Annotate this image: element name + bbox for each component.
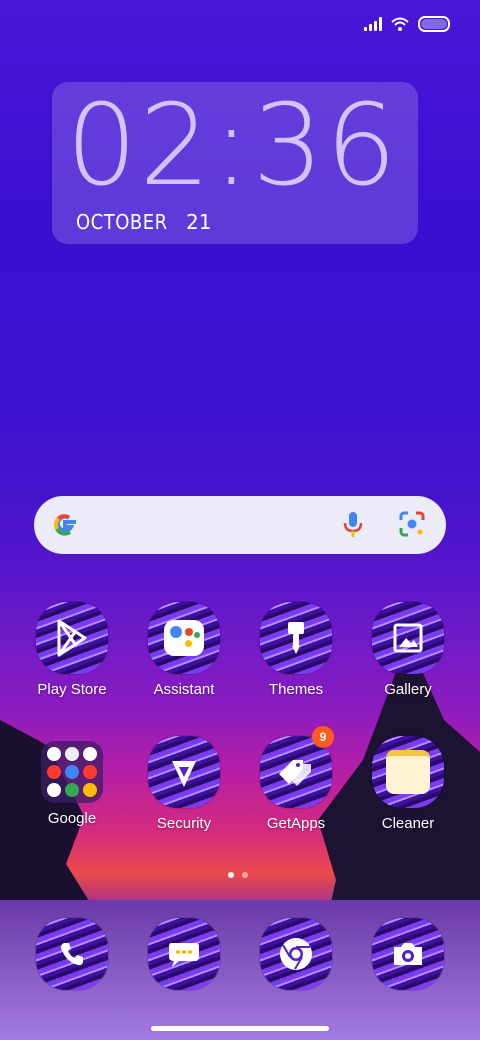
app-label: Play Store: [37, 681, 107, 698]
dock-phone[interactable]: [16, 918, 128, 990]
signal-icon: [364, 17, 382, 31]
app-label: Security: [156, 815, 212, 832]
camera-icon: [372, 918, 444, 990]
clock-widget[interactable]: 02:36 OCTOBER 21: [52, 82, 418, 244]
gallery-icon: [372, 602, 444, 674]
app-label: Google: [47, 810, 97, 827]
chrome-icon: [260, 918, 332, 990]
messages-icon: [148, 918, 220, 990]
page-indicator: [228, 872, 248, 878]
phone-icon: [36, 918, 108, 990]
app-label: Gallery: [384, 681, 432, 698]
security-icon: [148, 736, 220, 808]
clock-month: OCTOBER: [76, 210, 168, 234]
app-label: Cleaner: [381, 815, 435, 832]
app-label: Themes: [268, 681, 324, 698]
dock-messages[interactable]: [128, 918, 240, 990]
app-folder-google[interactable]: Google: [16, 736, 128, 827]
page-dot-active: [228, 872, 234, 878]
app-gallery[interactable]: Gallery: [352, 602, 464, 698]
assistant-icon: [148, 602, 220, 674]
page-dot: [242, 872, 248, 878]
cleaner-icon: [372, 736, 444, 808]
play-store-icon: [36, 602, 108, 674]
lens-icon[interactable]: [398, 510, 426, 538]
battery-icon: [418, 16, 450, 32]
notification-badge: 9: [312, 726, 334, 748]
dock-camera[interactable]: [352, 918, 464, 990]
clock-time: 02:36: [66, 81, 399, 211]
status-bar: [364, 16, 450, 32]
clock-day: 21: [186, 210, 212, 234]
app-label: GetApps: [266, 815, 326, 832]
microphone-icon[interactable]: [340, 510, 366, 540]
app-play-store[interactable]: Play Store: [16, 602, 128, 698]
app-assistant[interactable]: Assistant: [128, 602, 240, 698]
app-getapps[interactable]: 9 GetApps: [240, 726, 352, 832]
app-label: Assistant: [153, 681, 215, 698]
folder-icon: [41, 741, 103, 803]
home-gesture-bar[interactable]: [151, 1026, 329, 1031]
dock-chrome[interactable]: [240, 918, 352, 990]
app-themes[interactable]: Themes: [240, 602, 352, 698]
tags-icon: 9: [260, 726, 334, 808]
paintbrush-icon: [260, 602, 332, 674]
app-security[interactable]: Security: [128, 736, 240, 832]
app-cleaner[interactable]: Cleaner: [352, 736, 464, 832]
google-search-bar[interactable]: [34, 496, 446, 554]
google-g-icon: [53, 514, 76, 536]
wifi-icon: [391, 17, 409, 31]
